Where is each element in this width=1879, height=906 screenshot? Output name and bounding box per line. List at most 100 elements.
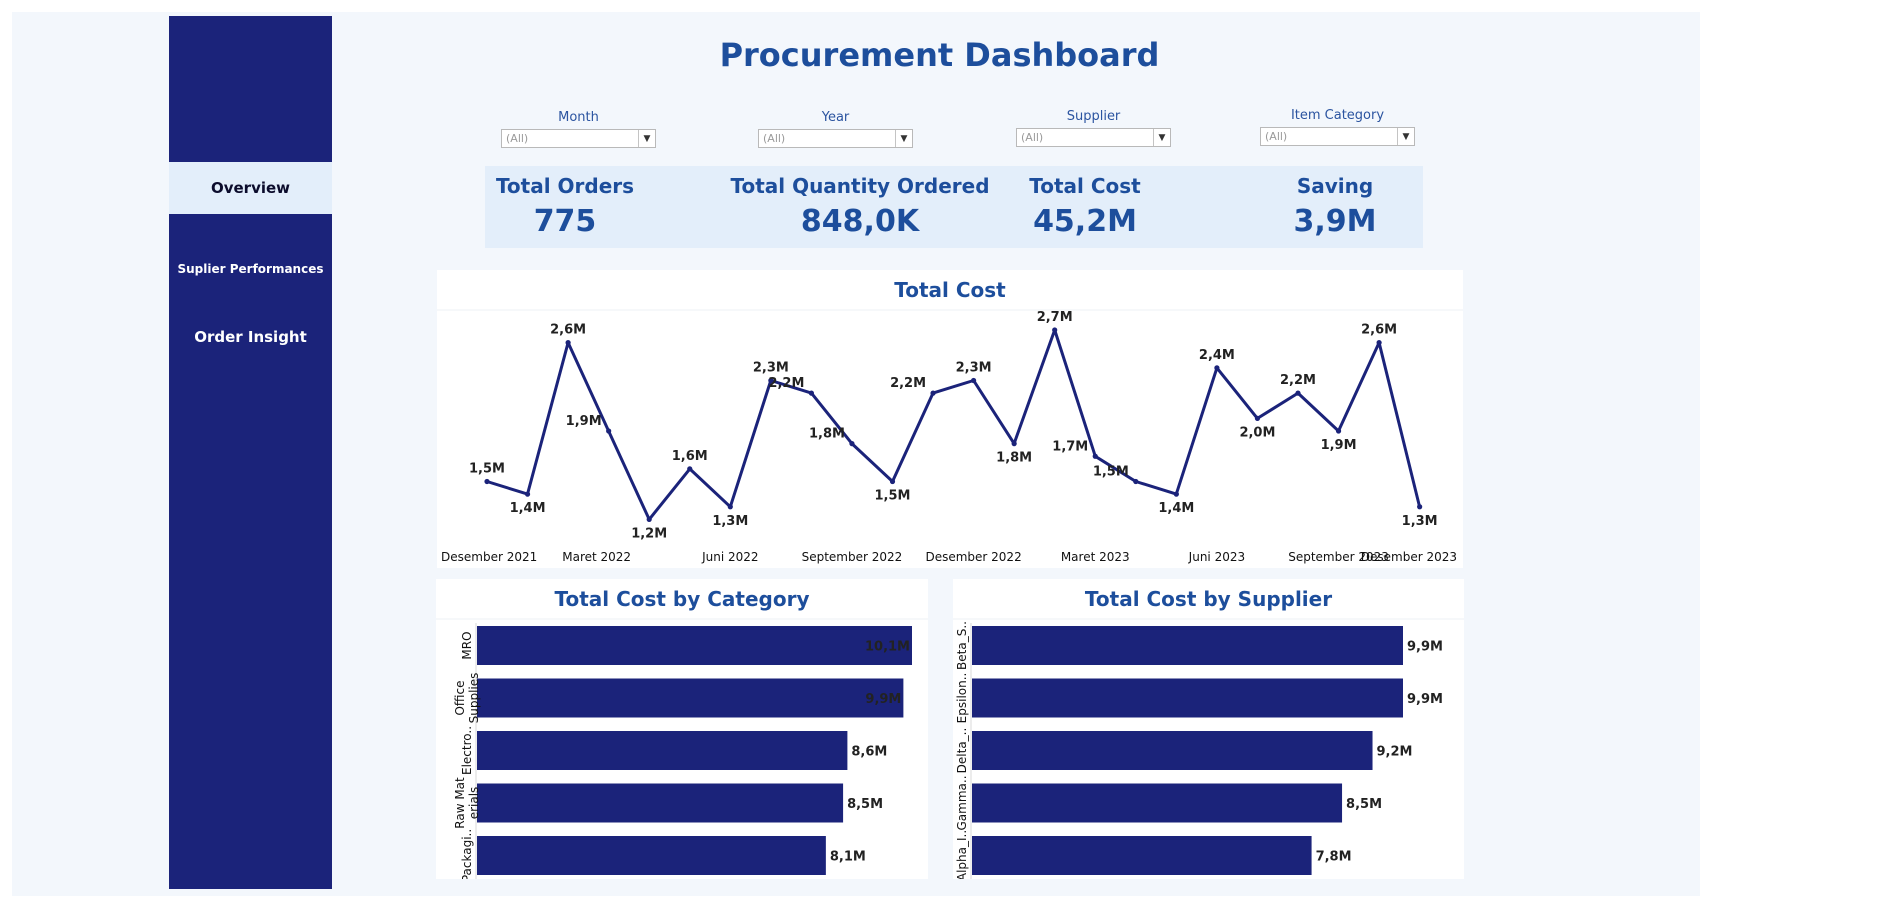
kpi-label: Total Orders [495, 174, 635, 198]
data-label: 1,6M [672, 449, 708, 464]
data-point [524, 491, 531, 497]
bar [477, 783, 844, 823]
category-label-group: Delta_.. [955, 728, 969, 774]
sidebar-item-overview[interactable]: Overview [169, 162, 332, 214]
year-dropdown[interactable]: (All) ▼ [758, 129, 913, 148]
data-point [1335, 428, 1342, 434]
data-label: 1,9M [1321, 438, 1357, 453]
bar [972, 783, 1343, 823]
bar-value-label: 9,2M [1377, 745, 1413, 760]
bar [477, 836, 826, 875]
category-bar-plot: 10,1M MRO 9,9M Office Supplies 8,6M Electro.. 8… [436, 618, 928, 879]
sidebar: Overview Suplier Performances Order Insi… [169, 16, 332, 889]
month-dropdown[interactable]: (All) ▼ [501, 129, 656, 148]
bar-value-label: 9,9M [1407, 640, 1443, 655]
x-tick-label: September 2022 [802, 550, 903, 564]
bar [477, 626, 912, 665]
category-label: Raw Mat [453, 777, 467, 829]
data-point [727, 504, 733, 510]
data-label: 1,5M [1093, 465, 1129, 480]
filter-item-category: Item Category (All) ▼ [1260, 108, 1415, 146]
data-label: 1,9M [566, 414, 602, 429]
data-label: 2,6M [1361, 323, 1397, 338]
data-point [1214, 365, 1220, 371]
bar [972, 731, 1373, 770]
data-label: 1,8M [996, 451, 1032, 466]
category-label-group: Raw Mat erials [453, 777, 481, 829]
data-label: 1,4M [510, 501, 546, 516]
data-point [484, 478, 490, 485]
bar-value-label: 8,1M [830, 850, 866, 865]
data-label: 1,7M [1052, 439, 1088, 454]
data-point [1011, 441, 1017, 447]
sidebar-item-suplier-performances[interactable]: Suplier Performances [169, 244, 332, 294]
item-category-dropdown[interactable]: (All) ▼ [1260, 127, 1415, 146]
category-label: MRO [460, 631, 474, 659]
dropdown-arrow-icon[interactable]: ▼ [895, 130, 912, 147]
kpi-total-orders: Total Orders 775 [495, 174, 635, 239]
kpi-band: Total Orders 775 Total Quantity Ordered … [485, 166, 1423, 248]
category-label: Electro.. [460, 726, 474, 775]
category-label: Delta_.. [955, 728, 969, 774]
bar-value-label: 7,8M [1316, 850, 1352, 865]
kpi-total-quantity-ordered: Total Quantity Ordered 848,0K [710, 174, 1010, 239]
supplier-bar-plot: 9,9M Beta_S.. 9,9M Epsilon.. 9,2M Delta_.. 8,5… [953, 618, 1464, 879]
data-point [1092, 453, 1098, 459]
x-tick-label: Desember 2021 [441, 550, 537, 564]
filter-label: Supplier [1066, 109, 1121, 124]
category-label: Packagi.. [460, 829, 474, 879]
bar-value-label: 8,5M [1346, 797, 1382, 812]
data-label: 2,2M [768, 376, 804, 391]
category-label: Gamma.. [955, 775, 969, 830]
bar [477, 678, 904, 718]
category-label-group: Electro.. [460, 726, 474, 775]
category-label-group: MRO [460, 631, 474, 659]
data-label: 1,3M [712, 514, 748, 529]
x-tick-label: Maret 2023 [1061, 550, 1130, 564]
data-point [808, 390, 814, 396]
dropdown-arrow-icon[interactable]: ▼ [1153, 129, 1170, 146]
dropdown-value: (All) [763, 132, 786, 145]
kpi-saving: Saving 3,9M [1255, 174, 1415, 239]
data-point [687, 466, 693, 472]
dropdown-value: (All) [506, 132, 529, 145]
data-point [849, 441, 855, 447]
data-label: 2,3M [753, 361, 789, 376]
x-tick-label: Juni 2023 [1188, 550, 1245, 564]
category-label-group: Gamma.. [955, 775, 969, 830]
data-label: 2,3M [956, 361, 992, 376]
total-cost-line-chart: Total Cost 1,5M 1,4M 2,6M 1,9M 1,2M 1,6M 1,3M 2… [437, 270, 1463, 568]
data-label: 2,7M [1037, 310, 1073, 325]
bar [477, 731, 848, 770]
dropdown-arrow-icon[interactable]: ▼ [638, 130, 655, 147]
dropdown-arrow-icon[interactable]: ▼ [1397, 128, 1414, 145]
data-point [606, 428, 612, 434]
cost-by-category-chart: Total Cost by Category 10,1M MRO 9,9M Offic… [436, 579, 928, 879]
kpi-value: 45,2M [1033, 204, 1137, 239]
category-label: erials [467, 787, 481, 820]
category-label-group: Office Supplies [453, 673, 481, 724]
bar [972, 836, 1312, 875]
filter-label: Month [558, 110, 599, 125]
filter-label: Year [821, 110, 850, 125]
dropdown-value: (All) [1021, 131, 1044, 144]
bar-value-label: 9,9M [865, 692, 901, 707]
category-label-group: Alpha_I.. [955, 830, 969, 879]
total-cost-series-line [486, 328, 1422, 521]
bar-value-label: 9,9M [1407, 692, 1443, 707]
data-point [1173, 491, 1179, 497]
category-label-group: Beta_S.. [955, 621, 969, 670]
kpi-total-cost: Total Cost 45,2M [1005, 174, 1165, 239]
sidebar-item-order-insight[interactable]: Order Insight [169, 312, 332, 362]
data-label: 2,2M [890, 376, 926, 391]
filter-supplier: Supplier (All) ▼ [1016, 109, 1171, 147]
data-point [565, 340, 571, 346]
category-label: Supplies [467, 673, 481, 724]
category-label: Beta_S.. [955, 621, 969, 670]
data-point [1052, 327, 1058, 333]
data-point [1295, 390, 1301, 396]
supplier-dropdown[interactable]: (All) ▼ [1016, 128, 1171, 147]
data-label: 1,2M [631, 526, 667, 541]
data-label: 1,8M [809, 427, 845, 442]
filter-year: Year (All) ▼ [758, 110, 913, 148]
